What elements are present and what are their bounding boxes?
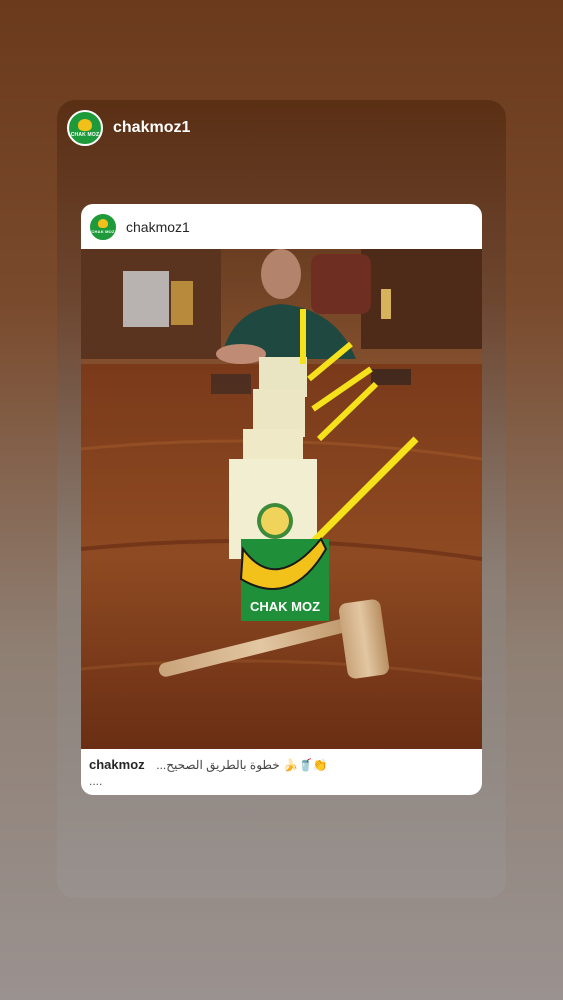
post-photo-illustration: CHAK MOZ xyxy=(81,249,482,749)
post-avatar[interactable]: CHAK MOZ xyxy=(89,212,117,241)
caption-text: ...خطوة بالطريق الصحيح 🍌🥤👏 xyxy=(156,758,328,772)
logo-text: CHAK MOZ xyxy=(91,229,115,234)
shared-post-card[interactable]: CHAK MOZ chakmoz1 CHAK MOZ chakmoz ...خط… xyxy=(81,204,482,795)
box-brand-text: CHAK MOZ xyxy=(250,599,320,614)
story-username[interactable]: chakmoz1 xyxy=(113,119,190,137)
story-header: CHAK MOZ chakmoz1 xyxy=(67,110,190,146)
post-caption: chakmoz ...خطوة بالطريق الصحيح 🍌🥤👏 .... xyxy=(89,757,474,788)
story-card: CHAK MOZ chakmoz1 CHAK MOZ chakmoz1 CHAK… xyxy=(57,100,506,898)
post-header: CHAK MOZ chakmoz1 xyxy=(81,204,482,249)
post-photo[interactable]: CHAK MOZ xyxy=(81,249,482,749)
logo-text: CHAK MOZ xyxy=(70,131,100,138)
brand-logo-icon[interactable]: CHAK MOZ xyxy=(67,110,103,146)
logo-drop-shape xyxy=(98,219,108,228)
caption-username[interactable]: chakmoz xyxy=(89,757,145,772)
post-username[interactable]: chakmoz1 xyxy=(126,219,190,235)
caption-more[interactable]: .... xyxy=(89,774,474,788)
logo-drop-shape xyxy=(78,118,92,131)
